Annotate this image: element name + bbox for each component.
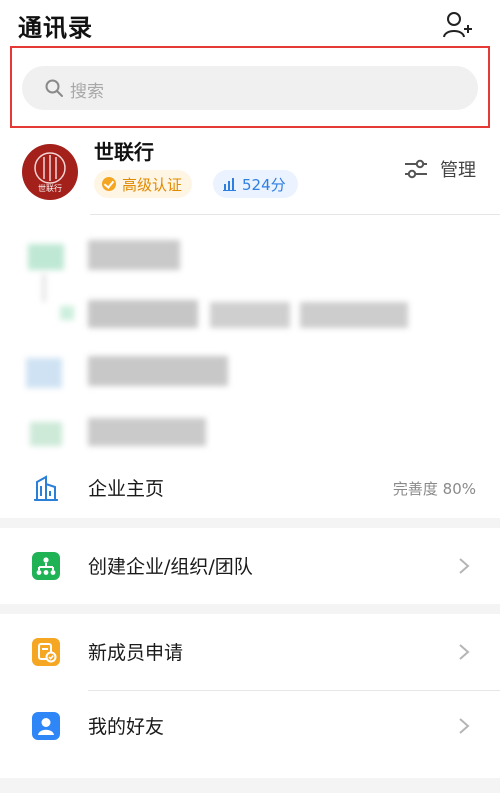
search-input[interactable]: 搜索 — [22, 66, 478, 110]
blurred-text — [88, 300, 198, 328]
organization-card[interactable]: 世联行 世联行 高级认证 524分 管理 — [0, 132, 500, 216]
new-member-request-row[interactable]: 新成员申请 — [0, 622, 500, 682]
blurred-text — [88, 418, 206, 446]
organization-logo-text: 世联行 — [38, 184, 62, 193]
create-organization-row[interactable]: 创建企业/组织/团队 — [0, 536, 500, 596]
section-gap — [0, 778, 500, 793]
divider — [88, 690, 500, 691]
blurred-connector — [42, 274, 46, 302]
certification-badge: 高级认证 — [94, 170, 193, 198]
chevron-right-icon — [459, 558, 470, 574]
certified-check-icon — [102, 177, 116, 191]
building-icon — [34, 475, 58, 501]
search-icon — [45, 79, 63, 97]
section-gap — [0, 518, 500, 528]
blurred-text — [300, 302, 408, 328]
member-request-icon — [32, 638, 60, 666]
blurred-department-list — [0, 222, 500, 458]
search-highlight-frame: 搜索 — [10, 46, 490, 128]
settings-sliders-icon — [405, 159, 427, 179]
score-badge[interactable]: 524分 — [213, 170, 298, 198]
completeness-value: 完善度 80% — [392, 480, 476, 498]
certification-label: 高级认证 — [122, 175, 183, 194]
blurred-text — [88, 240, 180, 270]
search-placeholder: 搜索 — [70, 82, 104, 102]
enterprise-home-label: 企业主页 — [88, 478, 165, 500]
my-friends-label: 我的好友 — [88, 716, 165, 738]
chevron-right-icon — [459, 644, 470, 660]
manage-label: 管理 — [440, 160, 476, 181]
blurred-icon — [30, 422, 62, 446]
blurred-icon — [28, 244, 64, 270]
score-value: 524分 — [242, 175, 286, 194]
blurred-text — [88, 356, 228, 386]
blurred-icon — [60, 306, 74, 320]
user-icon — [32, 712, 60, 740]
new-member-request-label: 新成员申请 — [88, 642, 184, 664]
blurred-text — [210, 302, 290, 328]
organization-name: 世联行 — [94, 140, 154, 164]
section-gap — [0, 604, 500, 614]
blurred-icon — [26, 358, 62, 388]
organization-logo: 世联行 — [22, 144, 78, 200]
divider — [90, 214, 500, 215]
create-organization-label: 创建企业/组织/团队 — [88, 556, 253, 578]
page-title: 通讯录 — [18, 14, 93, 42]
enterprise-home-row[interactable]: 企业主页 完善度 80% — [0, 458, 500, 518]
manage-button[interactable]: 管理 — [404, 156, 476, 182]
my-friends-row[interactable]: 我的好友 — [0, 696, 500, 756]
org-chart-icon — [32, 552, 60, 580]
chevron-right-icon — [459, 718, 470, 734]
header: 通讯录 — [0, 0, 500, 46]
add-user-icon[interactable] — [442, 10, 472, 40]
bar-chart-icon — [223, 178, 236, 191]
